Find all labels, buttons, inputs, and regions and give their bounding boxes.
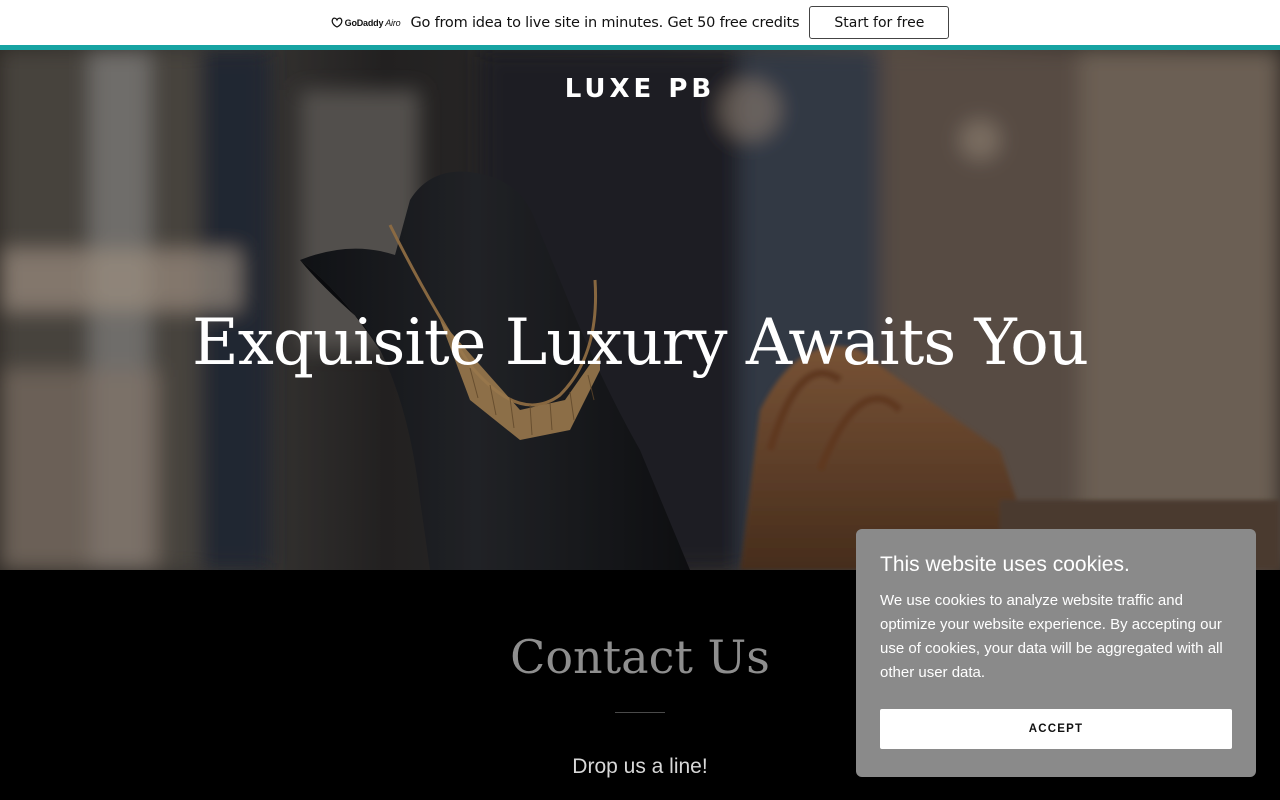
start-for-free-button[interactable]: Start for free [809,6,950,39]
cookie-body: We use cookies to analyze website traffi… [880,592,1223,681]
promo-brand-suffix: Airo [385,17,401,28]
hero-title: Exquisite Luxury Awaits You [192,306,1089,380]
promo-text: Go from idea to live site in minutes. Ge… [410,14,800,31]
site-logo[interactable]: LUXE PB [0,74,1280,104]
godaddy-logo-icon [331,17,343,28]
accept-cookies-button[interactable]: ACCEPT [880,709,1232,749]
promo-bar: GoDaddy Airo Go from idea to live site i… [0,0,1280,45]
promo-brand: GoDaddy [344,17,384,28]
cookie-banner: This website uses cookies. We use cookie… [856,529,1256,777]
hero-section: LUXE PB Exquisite Luxury Awaits You [0,50,1280,570]
godaddy-airo-logo: GoDaddy Airo [331,17,401,28]
cookie-title: This website uses cookies. [880,553,1130,576]
contact-divider [615,712,665,713]
